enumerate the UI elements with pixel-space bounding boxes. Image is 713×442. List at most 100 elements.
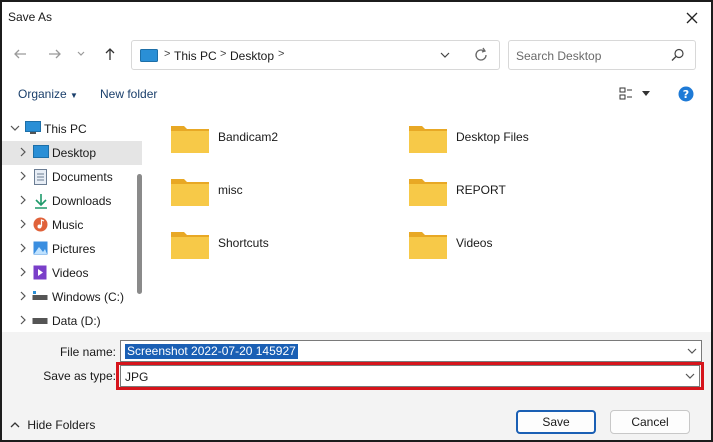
svg-text:?: ? bbox=[683, 88, 689, 101]
videos-icon bbox=[33, 265, 47, 280]
up-button[interactable] bbox=[100, 44, 120, 64]
pictures-icon bbox=[33, 241, 48, 255]
pc-icon bbox=[25, 121, 41, 134]
folder-item[interactable]: REPORT bbox=[408, 175, 628, 215]
chevron-down-icon[interactable] bbox=[687, 344, 697, 358]
folder-item[interactable]: Desktop Files bbox=[408, 122, 628, 162]
navigation-bar: > This PC > Desktop > Search Desktop bbox=[2, 34, 711, 74]
desktop-icon bbox=[140, 49, 158, 62]
folder-label: Shortcuts bbox=[218, 236, 269, 250]
drive-icon bbox=[32, 318, 48, 324]
breadcrumb-separator: > bbox=[220, 48, 227, 60]
search-icon bbox=[671, 48, 684, 61]
folder-icon bbox=[171, 179, 209, 206]
folder-item[interactable]: Bandicam2 bbox=[170, 122, 390, 162]
chevron-right-icon[interactable] bbox=[18, 315, 28, 325]
file-name-field[interactable]: Screenshot 2022-07-20 145927 bbox=[120, 340, 702, 362]
breadcrumb-separator: > bbox=[164, 48, 171, 60]
documents-icon bbox=[34, 169, 47, 185]
chevron-right-icon[interactable] bbox=[18, 243, 28, 253]
arrow-left-icon bbox=[14, 49, 26, 59]
refresh-icon[interactable] bbox=[473, 47, 489, 63]
arrow-up-icon bbox=[105, 48, 115, 60]
tree-item-label: Videos bbox=[52, 266, 89, 280]
tree-item-label: Windows (C:) bbox=[52, 290, 125, 304]
folder-item[interactable]: Videos bbox=[408, 228, 628, 268]
tree-item-music[interactable]: Music bbox=[2, 213, 142, 237]
hide-folders-button[interactable]: Hide Folders bbox=[10, 418, 95, 432]
navigation-pane: This PC Desktop Documents Downloads Musi… bbox=[2, 112, 147, 332]
tree-item-label: Pictures bbox=[52, 242, 96, 256]
caret-down-icon[interactable] bbox=[642, 91, 650, 97]
breadcrumb-desktop[interactable]: Desktop bbox=[230, 49, 274, 63]
help-icon[interactable]: ? bbox=[678, 86, 694, 102]
tree-item-label: Documents bbox=[52, 170, 113, 184]
organize-label: Organize bbox=[18, 87, 67, 101]
tree-item-documents[interactable]: Documents bbox=[2, 165, 142, 189]
hide-folders-label: Hide Folders bbox=[27, 418, 96, 432]
view-options-icon[interactable] bbox=[619, 87, 633, 101]
folder-view: Bandicam2 Desktop Files misc REPORT Shor… bbox=[148, 112, 711, 332]
save-button[interactable]: Save bbox=[516, 410, 596, 434]
chevron-right-icon[interactable] bbox=[18, 171, 28, 181]
forward-button[interactable] bbox=[45, 44, 65, 64]
tree-item-label: Downloads bbox=[52, 194, 112, 208]
chevron-right-icon[interactable] bbox=[18, 219, 28, 229]
folder-label: Bandicam2 bbox=[218, 130, 279, 144]
recent-locations-button[interactable] bbox=[74, 44, 88, 64]
folder-icon bbox=[171, 232, 209, 259]
folder-label: REPORT bbox=[456, 183, 506, 197]
folder-label: misc bbox=[218, 183, 243, 197]
chevron-down-icon[interactable] bbox=[10, 123, 20, 133]
chevron-right-icon[interactable] bbox=[18, 291, 28, 301]
tree-item-this-pc[interactable]: This PC bbox=[2, 117, 142, 141]
chevron-right-icon[interactable] bbox=[18, 147, 28, 157]
address-bar[interactable]: > This PC > Desktop > bbox=[131, 40, 500, 70]
caret-down-icon: ▼ bbox=[70, 91, 78, 100]
chevron-right-icon[interactable] bbox=[18, 267, 28, 277]
folder-label: Desktop Files bbox=[456, 130, 529, 144]
file-name-input[interactable]: Screenshot 2022-07-20 145927 bbox=[125, 344, 298, 359]
close-button[interactable] bbox=[679, 5, 705, 31]
chevron-up-icon bbox=[10, 422, 20, 428]
folder-item[interactable]: Shortcuts bbox=[170, 228, 390, 268]
folder-icon bbox=[409, 126, 447, 153]
tree-item-data-d[interactable]: Data (D:) bbox=[2, 309, 142, 333]
drive-icon bbox=[32, 291, 48, 300]
tree-item-label: Data (D:) bbox=[52, 314, 101, 328]
music-icon bbox=[33, 217, 48, 232]
breadcrumb-this-pc[interactable]: This PC bbox=[174, 49, 217, 63]
folder-icon bbox=[171, 126, 209, 153]
folder-icon bbox=[409, 232, 447, 259]
file-name-label: File name: bbox=[59, 345, 116, 359]
save-as-type-label: Save as type: bbox=[43, 369, 116, 383]
desktop-icon bbox=[33, 145, 49, 158]
arrow-right-icon bbox=[49, 49, 61, 59]
chevron-down-icon[interactable] bbox=[439, 48, 451, 62]
dialog-title: Save As bbox=[8, 10, 53, 24]
tree-item-label: Desktop bbox=[52, 146, 97, 160]
chevron-right-icon[interactable] bbox=[18, 195, 28, 205]
back-button[interactable] bbox=[10, 44, 30, 64]
close-icon bbox=[686, 12, 698, 24]
search-input[interactable]: Search Desktop bbox=[516, 49, 601, 63]
search-box[interactable]: Search Desktop bbox=[508, 40, 696, 70]
navigation-scrollbar[interactable] bbox=[137, 174, 142, 294]
title-bar: Save As bbox=[2, 2, 711, 34]
tree-item-downloads[interactable]: Downloads bbox=[2, 189, 142, 213]
new-folder-button[interactable]: New folder bbox=[100, 87, 157, 101]
highlight-annotation-box bbox=[116, 362, 704, 390]
folder-item[interactable]: misc bbox=[170, 175, 390, 215]
downloads-icon bbox=[35, 194, 47, 209]
save-as-dialog: Save As > This PC > Desktop > Search Des… bbox=[0, 0, 713, 442]
save-form: File name: Screenshot 2022-07-20 145927 … bbox=[2, 332, 711, 440]
organize-button[interactable]: Organize ▼ bbox=[18, 87, 78, 101]
cancel-button[interactable]: Cancel bbox=[610, 410, 690, 434]
breadcrumb-separator: > bbox=[278, 48, 285, 60]
tree-item-desktop[interactable]: Desktop bbox=[2, 141, 142, 165]
tree-item-videos[interactable]: Videos bbox=[2, 261, 142, 285]
tree-item-windows-c[interactable]: Windows (C:) bbox=[2, 285, 142, 309]
folder-icon bbox=[409, 179, 447, 206]
tree-item-pictures[interactable]: Pictures bbox=[2, 237, 142, 261]
chevron-down-icon bbox=[77, 51, 85, 56]
